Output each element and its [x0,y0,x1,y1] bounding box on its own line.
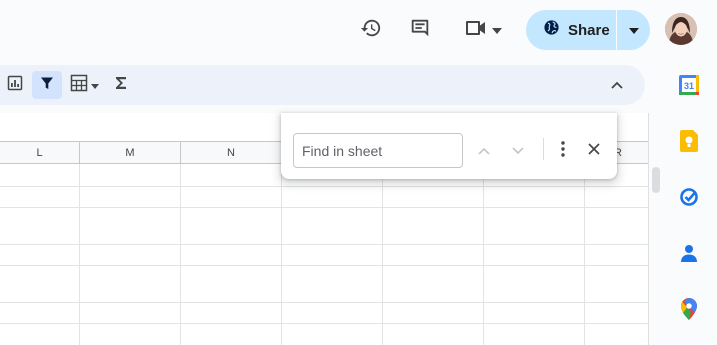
keep-icon [680,129,698,157]
avatar[interactable] [665,13,697,45]
chevron-down-icon [90,76,99,94]
grid-line [0,244,648,245]
chevron-up-icon [478,142,490,160]
grid-line [483,164,484,345]
history-icon [360,17,382,44]
share-options-button[interactable] [617,10,650,50]
grid-line [180,164,181,345]
share-button[interactable]: Share [526,10,616,50]
previous-match-button[interactable] [472,139,496,163]
find-in-sheet-panel [281,113,617,179]
vertical-scrollbar[interactable] [648,113,663,345]
insert-chart-button[interactable] [3,71,27,99]
filter-button[interactable] [32,71,62,99]
chevron-up-icon [611,76,623,94]
maps-button[interactable] [677,297,701,325]
column-header-m[interactable]: M [80,141,181,164]
version-history-button[interactable] [356,15,386,45]
svg-text:31: 31 [684,81,694,91]
table-view-button[interactable] [66,71,102,99]
meet-button[interactable] [458,15,508,45]
grid-line [382,164,383,345]
collapse-toolbar-button[interactable] [603,71,631,99]
comment-icon [409,17,431,44]
grid-line [0,186,648,187]
chevron-down-icon [628,21,639,39]
more-vert-icon [561,140,565,162]
maps-icon [681,297,697,325]
filter-icon [40,76,54,95]
calendar-button[interactable]: 31 [677,74,701,100]
next-match-button[interactable] [506,139,530,163]
keep-button[interactable] [677,129,701,157]
close-find-button[interactable] [582,139,606,163]
grid-line [584,164,585,345]
video-camera-icon [464,18,488,43]
more-options-button[interactable] [551,139,575,163]
chevron-down-icon [512,142,524,160]
share-button-group: Share [526,10,650,50]
contacts-icon [681,244,697,267]
functions-button[interactable] [108,71,134,99]
top-bar: Share [0,0,717,62]
find-input[interactable] [293,133,463,168]
comments-button[interactable] [405,15,435,45]
tasks-icon [679,187,699,212]
grid-line [281,164,282,345]
chevron-down-icon [492,21,502,39]
share-label: Share [568,21,610,39]
globe-icon [543,19,560,41]
chart-icon [7,75,23,96]
tasks-button[interactable] [677,187,701,211]
grid-line [0,265,648,266]
contacts-button[interactable] [677,243,701,267]
grid-line [79,164,80,345]
grid-line [0,323,648,324]
sum-icon [115,76,127,95]
column-header-l[interactable]: L [0,141,80,164]
grid-line [0,207,648,208]
divider [543,138,544,160]
calendar-icon: 31 [679,74,699,100]
column-header-n[interactable]: N [181,141,282,164]
close-icon [588,142,600,160]
grid-line [0,302,648,303]
table-view-icon [70,74,88,97]
scrollbar-thumb[interactable] [652,167,660,193]
